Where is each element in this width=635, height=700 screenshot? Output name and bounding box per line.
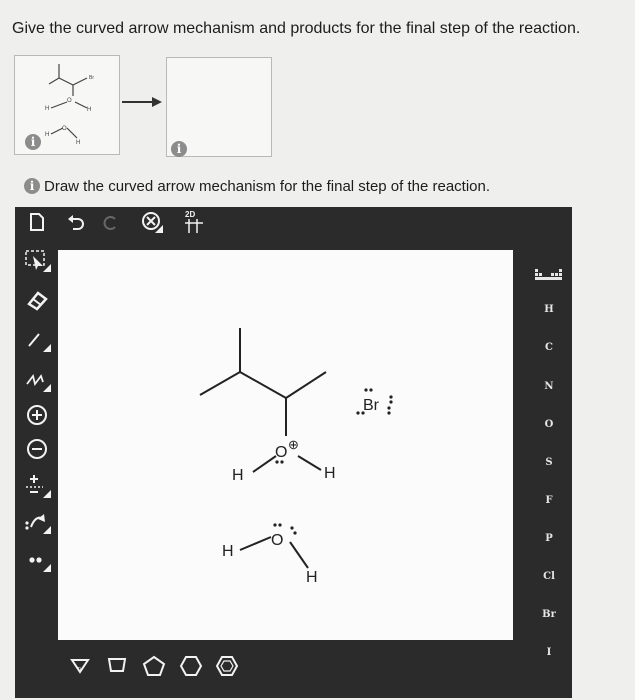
reactant-oxonium-label: O [67, 98, 72, 104]
zoom-icon[interactable] [137, 209, 167, 235]
reactant-water-h-left: H [45, 132, 49, 138]
svg-text:n: n [78, 666, 81, 672]
hydrogen-right-label: H [324, 465, 336, 482]
water-hydrogen-left-label: H [222, 543, 234, 560]
element-button-c[interactable]: C [529, 338, 569, 358]
element-button-f[interactable]: F [529, 491, 569, 511]
undo-icon[interactable] [61, 209, 91, 235]
element-button-h[interactable]: H [529, 300, 569, 320]
methyl-bond [199, 371, 241, 396]
reactant-h-left: H [45, 106, 49, 112]
new-document-icon[interactable] [21, 209, 53, 235]
element-button-n[interactable]: N [529, 377, 569, 397]
positive-charge-icon[interactable] [19, 400, 55, 430]
water-hydrogen-bottom-label: H [306, 569, 318, 586]
o-h-bond [252, 455, 277, 473]
svg-text:Br: Br [89, 75, 94, 81]
bromide-label: Br [363, 397, 380, 414]
element-button-i[interactable]: I [529, 643, 569, 663]
drawing-canvas[interactable]: O ⊕ H H Br O H H [58, 250, 513, 640]
reactant-water-o: O [62, 126, 67, 132]
single-bond-icon[interactable] [19, 325, 55, 355]
instruction-text: Draw the curved arrow mechanism for the … [44, 178, 491, 195]
info-icon[interactable]: i [24, 178, 40, 194]
oxonium-charge: ⊕ [288, 437, 299, 452]
element-button-s[interactable]: S [529, 453, 569, 473]
water-oxygen-label: O [271, 532, 283, 549]
element-button-br[interactable]: Br [529, 605, 569, 625]
cyclohexane-icon[interactable] [178, 655, 204, 677]
oxonium-oxygen-label: O [275, 444, 287, 461]
periodic-table-icon[interactable] [529, 261, 569, 287]
cyclopropane-icon[interactable]: n [67, 655, 93, 677]
curved-arrow-icon[interactable] [19, 507, 55, 537]
chain-icon[interactable] [19, 365, 55, 395]
info-icon[interactable]: i [171, 141, 187, 157]
element-button-cl[interactable]: Cl [529, 567, 569, 587]
cyclobutane-icon[interactable] [104, 655, 130, 677]
carbon-bond [239, 371, 287, 399]
methyl-bond [285, 371, 327, 399]
benzene-icon[interactable] [214, 655, 240, 677]
selection-tool-icon[interactable] [19, 245, 55, 275]
cyclopentane-icon[interactable] [141, 655, 167, 677]
info-icon[interactable]: i [25, 134, 41, 150]
structure-2d-icon[interactable]: 2D [177, 209, 211, 235]
o-h-bond [297, 455, 322, 471]
negative-charge-icon[interactable] [19, 434, 55, 464]
eraser-icon[interactable] [19, 285, 55, 315]
element-button-o[interactable]: O [529, 415, 569, 435]
element-button-p[interactable]: P [529, 529, 569, 549]
lone-pair-icon[interactable] [19, 545, 55, 575]
question-text: Give the curved arrow mechanism and prod… [12, 20, 581, 37]
reactant-h-right: H [87, 107, 91, 113]
molecule-drawing: O ⊕ H H Br O H H [199, 328, 393, 586]
reaction-arrow-icon [122, 97, 162, 107]
plus-minus-icon[interactable] [19, 470, 55, 500]
hydrogen-left-label: H [232, 467, 244, 484]
water-o-h-bond [239, 536, 272, 551]
reactant-water-h-bottom: H [76, 140, 80, 146]
redo-icon[interactable] [95, 209, 125, 235]
water-o-h-bond [289, 541, 309, 569]
